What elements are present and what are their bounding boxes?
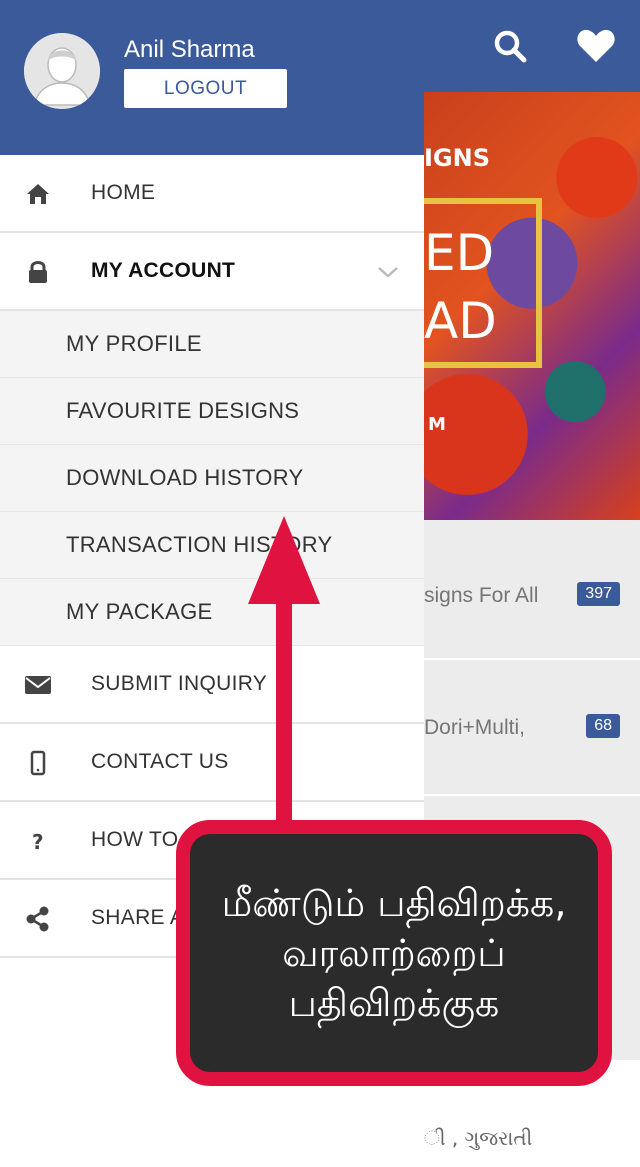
callout-text: மீண்டும் பதிவிறக்க, வரலாற்றைப் பதிவிறக்க… [190, 834, 598, 1072]
callout-line: வரலாற்றைப் [282, 931, 506, 975]
tutorial-callout: மீண்டும் பதிவிறக்க, வரலாற்றைப் பதிவிறக்க… [176, 820, 612, 1086]
callout-line: மீண்டும் பதிவிறக்க, [221, 881, 567, 925]
callout-line: பதிவிறக்குக [288, 981, 500, 1025]
